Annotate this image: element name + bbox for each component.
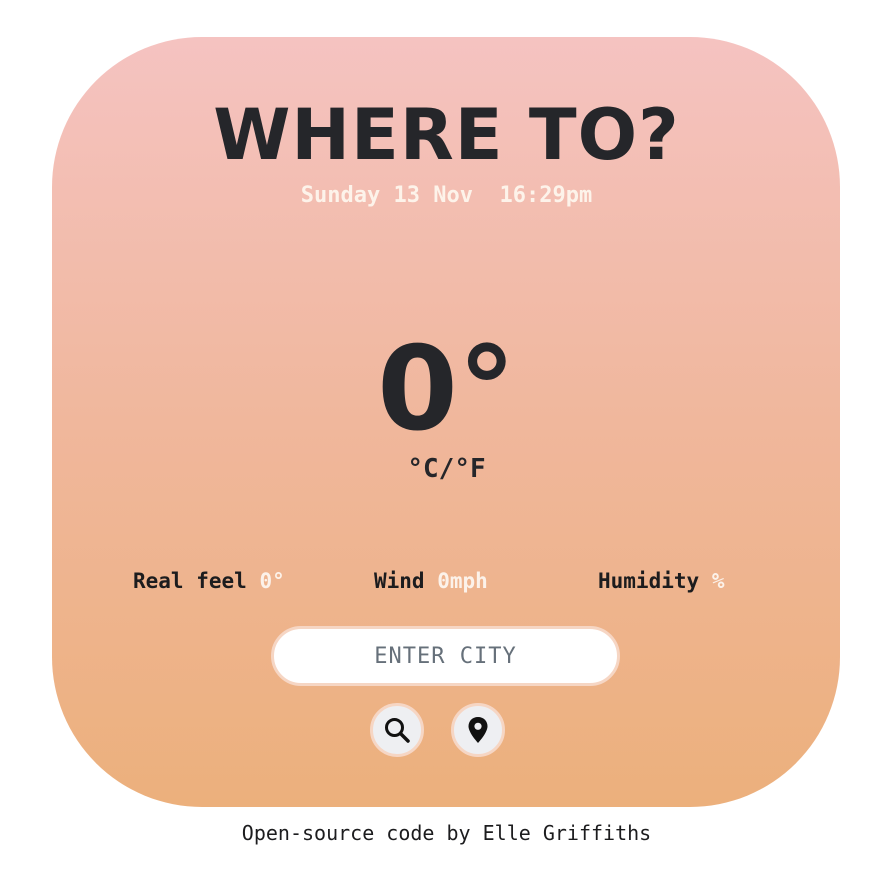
search-button[interactable] — [370, 703, 424, 757]
current-temperature: 0° — [377, 322, 516, 457]
wind-stat: Wind 0mph — [374, 566, 488, 596]
unit-toggle[interactable]: °C/°F — [0, 452, 893, 486]
humidity-label: Humidity — [598, 569, 700, 593]
date-time: Sunday 13 Nov 16:29pm — [0, 181, 893, 211]
real-feel-value: 0° — [259, 569, 285, 593]
wind-label: Wind — [374, 569, 425, 593]
current-time: 16:29pm — [499, 183, 593, 208]
wind-value: 0mph — [437, 569, 488, 593]
city-search-input[interactable] — [271, 626, 620, 686]
current-location-button[interactable] — [451, 703, 505, 757]
app-title: WHERE TO? — [213, 94, 680, 176]
real-feel-stat: Real feel 0° — [133, 566, 285, 596]
location-pin-icon — [466, 716, 490, 744]
current-date: Sunday 13 Nov — [300, 183, 473, 208]
humidity-stat: Humidity % — [598, 566, 724, 596]
footer-credit: Open-source code by Elle Griffiths — [241, 821, 652, 845]
humidity-value: % — [711, 569, 725, 593]
real-feel-label: Real feel — [133, 569, 247, 593]
search-icon — [383, 716, 411, 744]
